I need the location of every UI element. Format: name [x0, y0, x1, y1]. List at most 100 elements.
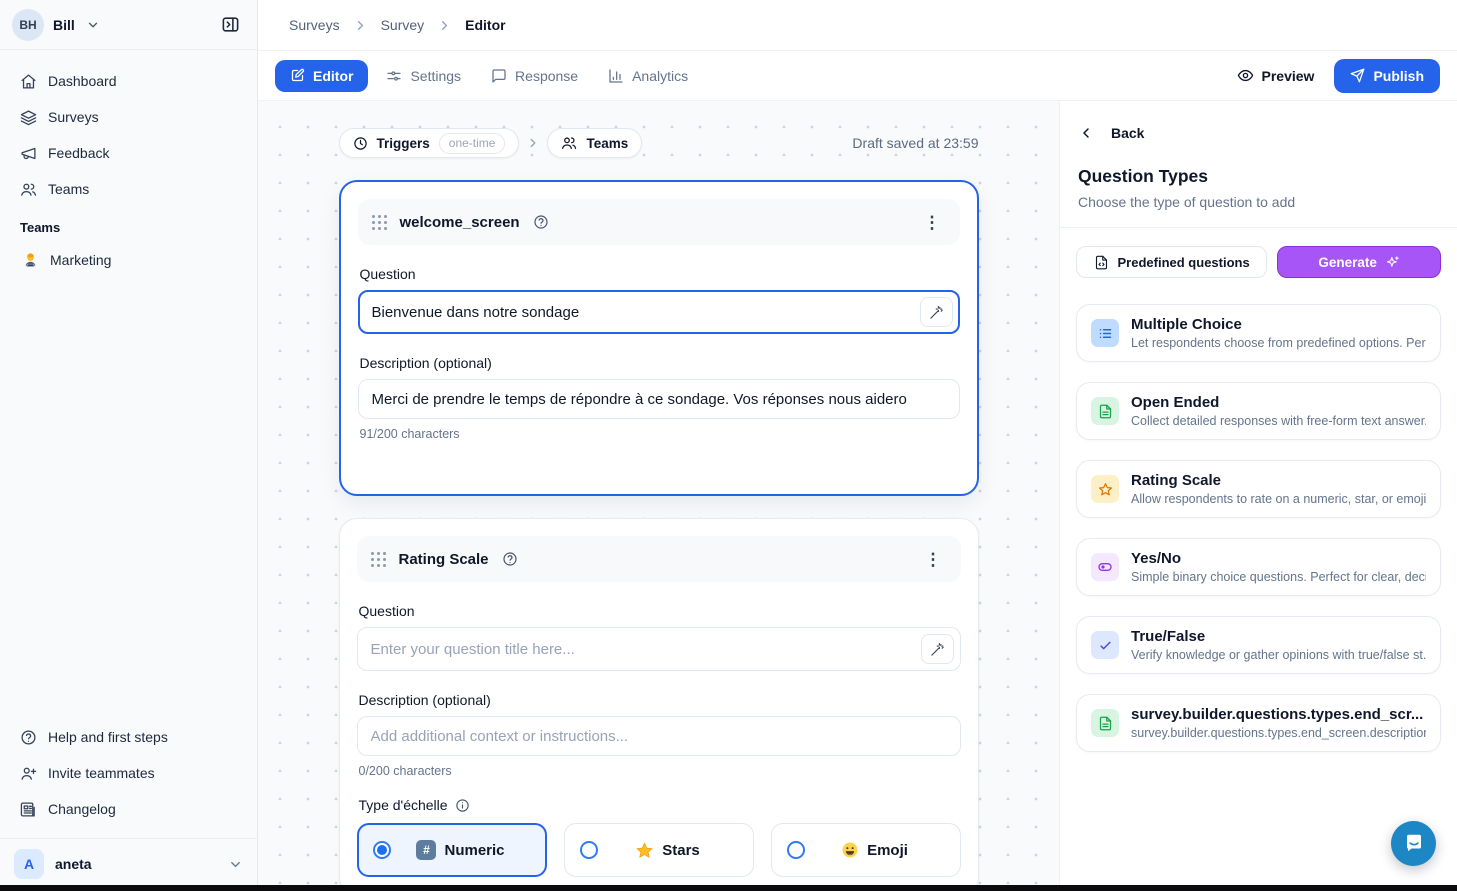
char-count: 91/200 characters — [360, 427, 958, 441]
scale-option-numeric[interactable]: # Numeric — [357, 823, 547, 877]
divider — [1060, 227, 1457, 228]
question-type-multiple-choice[interactable]: Multiple Choice Let respondents choose f… — [1076, 304, 1441, 362]
question-type-name: Open Ended — [1131, 394, 1426, 411]
card-menu-button[interactable]: ⋮ — [920, 547, 947, 572]
question-type-name: Rating Scale — [1131, 472, 1426, 489]
question-type-name: Yes/No — [1131, 550, 1426, 567]
teams-chip[interactable]: Teams — [547, 128, 642, 158]
user-plus-icon — [20, 765, 37, 782]
predefined-questions-label: Predefined questions — [1118, 255, 1250, 270]
question-type-description: Verify knowledge or gather opinions with… — [1131, 648, 1426, 662]
radio-unchecked-icon[interactable] — [580, 841, 598, 859]
welcome-question-input[interactable] — [358, 290, 960, 334]
chat-bubble-icon — [1402, 832, 1426, 856]
rating-description-input[interactable] — [357, 716, 961, 756]
account-switcher[interactable]: A aneta — [0, 838, 257, 891]
question-type-true-false[interactable]: True/False Verify knowledge or gather op… — [1076, 616, 1441, 674]
sidebar-nav: Dashboard Surveys Feedback Teams — [0, 50, 257, 277]
question-card-rating-scale[interactable]: Rating Scale ⋮ Question — [339, 518, 979, 891]
breadcrumb-editor: Editor — [465, 17, 505, 33]
sidebar-item-invite[interactable]: Invite teammates — [12, 756, 245, 790]
check-icon — [1091, 631, 1119, 659]
question-card-header[interactable]: welcome_screen ⋮ — [358, 199, 960, 245]
question-type-name: survey.builder.questions.types.end_scr..… — [1131, 706, 1426, 723]
help-circle-icon[interactable] — [533, 214, 549, 230]
tab-label: Response — [515, 68, 578, 84]
question-type-name: True/False — [1131, 628, 1426, 645]
panel-subtitle: Choose the type of question to add — [1078, 194, 1439, 210]
breadcrumb-survey[interactable]: Survey — [381, 17, 425, 33]
draft-status: Draft saved at 23:59 — [852, 135, 978, 151]
question-type-end-screen[interactable]: survey.builder.questions.types.end_scr..… — [1076, 694, 1441, 752]
triggers-chip[interactable]: Triggers one-time — [339, 128, 520, 158]
editor-content: Triggers one-time Teams Draft sav — [258, 101, 1457, 891]
generate-button[interactable]: Generate — [1277, 246, 1441, 278]
info-icon[interactable] — [455, 798, 470, 813]
sidebar-item-label: Teams — [48, 181, 89, 197]
back-label: Back — [1111, 125, 1144, 141]
tab-settings[interactable]: Settings — [374, 60, 473, 92]
scale-option-stars[interactable]: Stars — [564, 823, 754, 877]
newspaper-icon — [20, 801, 37, 818]
tab-editor[interactable]: Editor — [275, 60, 368, 92]
publish-label: Publish — [1373, 68, 1424, 84]
back-button[interactable]: Back — [1076, 125, 1441, 141]
breadcrumb: Surveys Survey Editor — [289, 17, 506, 33]
chat-widget-button[interactable] — [1391, 821, 1436, 866]
sidebar-item-label: Invite teammates — [48, 765, 155, 781]
card-menu-button[interactable]: ⋮ — [919, 210, 946, 235]
users-icon — [561, 135, 577, 151]
predefined-questions-button[interactable]: Predefined questions — [1076, 246, 1267, 278]
file-code-icon — [1094, 255, 1109, 270]
scale-option-emoji[interactable]: Emoji — [771, 823, 961, 877]
sidebar-item-label: Help and first steps — [48, 729, 168, 745]
sidebar-item-feedback[interactable]: Feedback — [12, 136, 245, 170]
question-type-rating-scale[interactable]: Rating Scale Allow respondents to rate o… — [1076, 460, 1441, 518]
main-area: Surveys Survey Editor Editor — [258, 0, 1457, 891]
question-field-label: Question — [359, 603, 959, 619]
drag-handle-icon[interactable] — [371, 552, 386, 567]
question-card-welcome-screen[interactable]: welcome_screen ⋮ Question — [339, 180, 979, 496]
workspace-switcher[interactable]: BH Bill — [0, 0, 257, 50]
question-type-description: Allow respondents to rate on a numeric, … — [1131, 492, 1426, 506]
sidebar-item-help[interactable]: Help and first steps — [12, 720, 245, 754]
tab-analytics[interactable]: Analytics — [596, 60, 700, 92]
file-text-icon — [1091, 709, 1119, 737]
chevron-right-icon — [437, 18, 452, 33]
question-type-open-ended[interactable]: Open Ended Collect detailed responses wi… — [1076, 382, 1441, 440]
sidebar-item-label: Feedback — [48, 145, 109, 161]
help-circle-icon[interactable] — [502, 551, 518, 567]
screen-bottom-edge — [0, 885, 1457, 891]
sidebar-item-teams[interactable]: Teams — [12, 172, 245, 206]
preview-button[interactable]: Preview — [1237, 67, 1315, 84]
question-type-description: Let respondents choose from predefined o… — [1131, 336, 1426, 350]
help-circle-icon — [20, 729, 37, 746]
panel-collapse-icon — [221, 15, 240, 34]
home-icon — [20, 73, 37, 90]
radio-unchecked-icon[interactable] — [787, 841, 805, 859]
sidebar-item-surveys[interactable]: Surveys — [12, 100, 245, 134]
triggers-chip-label: Triggers — [377, 136, 430, 151]
ai-wand-button[interactable] — [921, 634, 954, 664]
ai-wand-button[interactable] — [920, 297, 953, 327]
sidebar-item-changelog[interactable]: Changelog — [12, 792, 245, 826]
technologist-emoji — [22, 252, 39, 269]
generate-label: Generate — [1318, 255, 1377, 270]
radio-checked-icon[interactable] — [373, 841, 391, 859]
question-card-title: Rating Scale — [399, 551, 489, 568]
sidebar-item-team-marketing[interactable]: Marketing — [12, 243, 245, 277]
question-type-yes-no[interactable]: Yes/No Simple binary choice questions. P… — [1076, 538, 1441, 596]
tab-response[interactable]: Response — [479, 60, 590, 92]
sidebar-item-dashboard[interactable]: Dashboard — [12, 64, 245, 98]
char-count: 0/200 characters — [359, 764, 959, 778]
question-card-header[interactable]: Rating Scale ⋮ — [357, 536, 961, 582]
chevron-right-icon — [353, 18, 368, 33]
rating-question-input[interactable] — [357, 627, 961, 671]
breadcrumb-surveys[interactable]: Surveys — [289, 17, 340, 33]
bar-chart-icon — [608, 68, 624, 84]
scale-type-label: Type d'échelle — [359, 797, 448, 813]
sidebar-collapse-button[interactable] — [215, 10, 245, 40]
publish-button[interactable]: Publish — [1334, 59, 1440, 93]
welcome-description-input[interactable] — [358, 379, 960, 419]
drag-handle-icon[interactable] — [372, 215, 387, 230]
